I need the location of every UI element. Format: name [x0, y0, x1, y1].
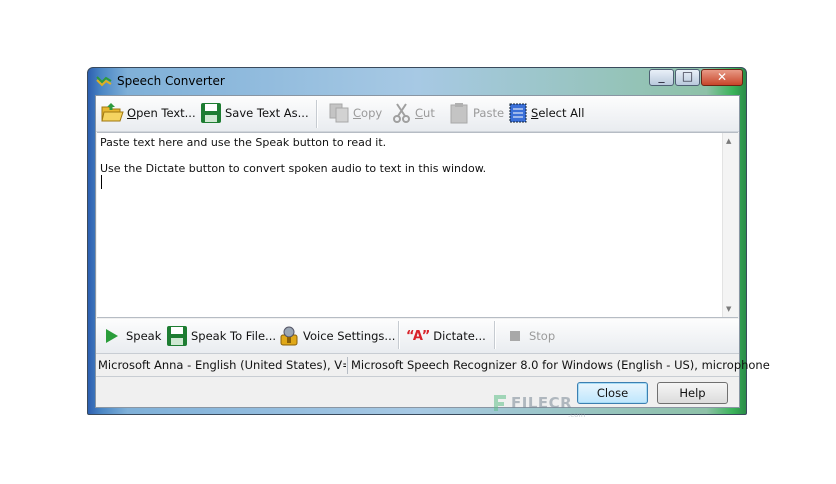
help-button[interactable]: Help: [657, 382, 728, 404]
paste-button[interactable]: Paste: [448, 100, 504, 126]
speak-button[interactable]: Speak: [104, 323, 161, 349]
text-editor[interactable]: Paste text here and use the Speak button…: [97, 132, 738, 318]
voice-status: Microsoft Anna - English (United States)…: [98, 358, 346, 372]
dictate-label: Dictate...: [433, 329, 486, 343]
close-icon: ✕: [716, 70, 728, 84]
select-all-icon: [509, 103, 527, 123]
toolbar-separator: [316, 100, 318, 128]
open-folder-icon: [101, 103, 124, 122]
window-title: Speech Converter: [117, 74, 225, 88]
dictate-icon: “A”: [406, 328, 431, 344]
scroll-down-arrow-icon[interactable]: ▼: [726, 305, 731, 313]
maximize-icon: □: [681, 69, 694, 83]
voice-settings-button[interactable]: Voice Settings...: [278, 323, 395, 349]
recognizer-status: Microsoft Speech Recognizer 8.0 for Wind…: [351, 358, 770, 372]
voice-settings-label: Voice Settings...: [303, 329, 396, 343]
paste-icon: [450, 103, 468, 124]
select-all-button[interactable]: Select All: [508, 100, 584, 126]
stop-label: Stop: [529, 329, 556, 343]
copy-icon: [329, 103, 349, 123]
open-text-label: Open Text...: [127, 106, 196, 120]
editor-line: Paste text here and use the Speak button…: [100, 136, 387, 149]
app-icon: [96, 76, 112, 87]
play-icon: [106, 329, 118, 343]
scissors-icon: [393, 103, 410, 123]
save-disk-icon: [167, 326, 187, 346]
title-bar[interactable]: Speech Converter _ □ ✕: [88, 68, 746, 95]
status-divider: [347, 357, 348, 374]
watermark-logo-icon: [494, 395, 506, 411]
close-window-button[interactable]: ✕: [701, 69, 743, 86]
cut-button[interactable]: Cut: [392, 100, 435, 126]
watermark-text: FILECR: [511, 394, 573, 412]
speak-to-file-label: Speak To File...: [191, 329, 277, 343]
toolbar-separator: [398, 321, 400, 349]
copy-label: Copy: [353, 106, 383, 120]
editor-line: Use the Dictate button to convert spoken…: [100, 162, 487, 175]
status-bar: Microsoft Anna - English (United States)…: [96, 354, 770, 377]
text-caret: [101, 175, 102, 189]
copy-button[interactable]: Copy: [328, 100, 382, 126]
stop-icon: [510, 331, 520, 341]
cut-label: Cut: [415, 106, 435, 120]
stop-button[interactable]: Stop: [508, 323, 555, 349]
scroll-up-arrow-icon[interactable]: ▲: [726, 137, 731, 145]
bottom-toolbar: Speak Speak To File... Voice Settings...: [96, 319, 739, 354]
minimize-icon: _: [658, 69, 665, 83]
save-disk-icon: [201, 103, 221, 123]
watermark: FILECR .com: [492, 394, 585, 419]
maximize-button[interactable]: □: [675, 69, 700, 86]
paste-label: Paste: [473, 106, 505, 120]
client-area: Open Text... Save Text As... Copy Cut Pa…: [95, 95, 770, 419]
open-text-button[interactable]: Open Text...: [100, 100, 196, 126]
speak-label: Speak: [126, 329, 162, 343]
main-window: Speech Converter _ □ ✕ Open Text... Save…: [87, 67, 770, 419]
dictate-button[interactable]: “A” Dictate...: [406, 323, 486, 349]
voice-settings-icon: [280, 326, 298, 346]
vertical-scrollbar[interactable]: ▲ ▼: [722, 133, 738, 317]
top-toolbar: Open Text... Save Text As... Copy Cut Pa…: [96, 96, 739, 132]
toolbar-separator: [494, 321, 496, 349]
watermark-subtext: .com: [568, 411, 586, 419]
speak-to-file-button[interactable]: Speak To File...: [166, 323, 276, 349]
select-all-label: Select All: [531, 106, 585, 120]
save-text-as-button[interactable]: Save Text As...: [200, 100, 309, 126]
minimize-button[interactable]: _: [649, 69, 674, 86]
close-button[interactable]: Close: [577, 382, 648, 404]
save-text-as-label: Save Text As...: [225, 106, 309, 120]
